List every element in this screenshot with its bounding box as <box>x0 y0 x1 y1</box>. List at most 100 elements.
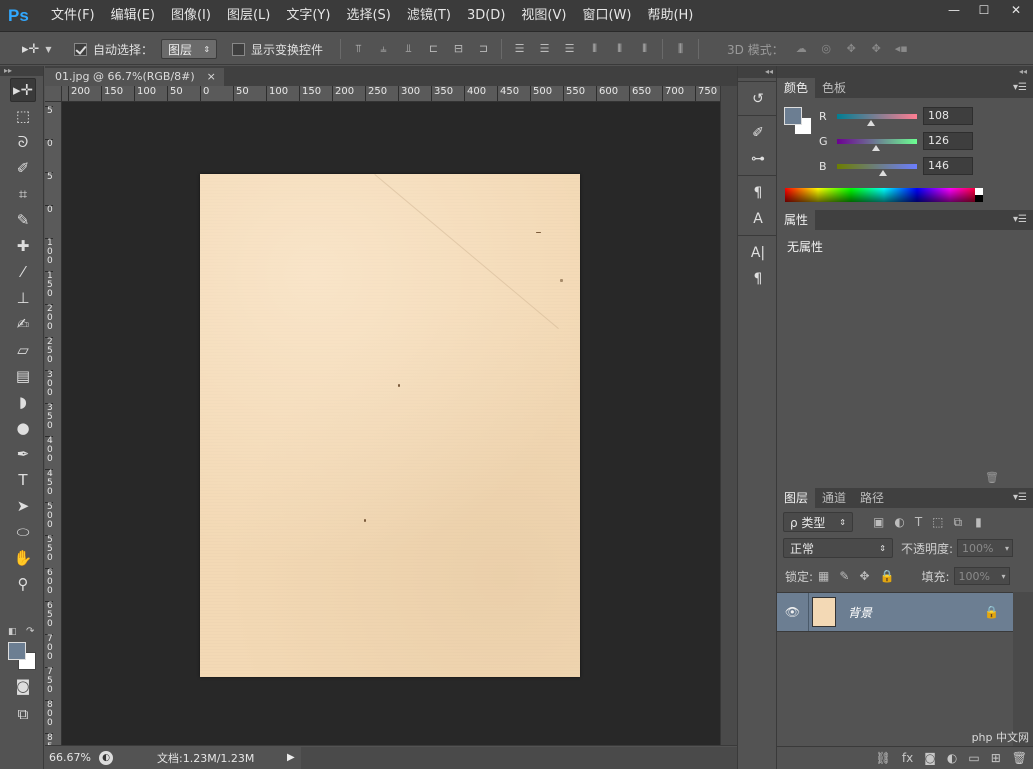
toolbox-collapse-icon[interactable]: ▸▸ <box>0 66 43 76</box>
foreground-color-swatch[interactable] <box>8 642 26 660</box>
gradient-tool[interactable]: ▤ <box>10 364 36 388</box>
layer-name[interactable]: 背景 <box>848 604 984 621</box>
eraser-tool[interactable]: ▱ <box>10 338 36 362</box>
align-bottom-icon[interactable]: ⫫ <box>401 42 416 56</box>
new-group-icon[interactable]: ▭ <box>968 751 979 765</box>
align-vcenter-icon[interactable]: ⫨ <box>376 42 391 56</box>
auto-select-checkbox[interactable] <box>74 42 87 56</box>
distribute-right-icon[interactable]: ⫴ <box>637 42 652 56</box>
align-left-icon[interactable]: ⊏ <box>426 42 441 56</box>
character-styles-icon[interactable]: A <box>738 206 778 232</box>
paragraph-panel-icon[interactable]: ¶ <box>738 266 778 292</box>
hand-tool[interactable]: ✋ <box>10 546 36 570</box>
menu-3d[interactable]: 3D(D) <box>459 0 513 32</box>
layer-mask-icon[interactable]: ◙ <box>924 751 936 765</box>
menu-view[interactable]: 视图(V) <box>513 0 574 32</box>
auto-select-target-select[interactable]: 图层 ⇕ <box>161 39 218 59</box>
3d-scale-icon[interactable]: ◂▪ <box>894 42 909 56</box>
green-value-field[interactable]: 126 <box>923 132 973 150</box>
layer-row-background[interactable]: 👁 背景 🔒 <box>777 592 1013 632</box>
layer-style-icon[interactable]: fx <box>902 751 913 765</box>
ruler-origin[interactable] <box>45 86 62 102</box>
tool-preset-picker[interactable]: ▸✛ ▼ <box>22 33 52 65</box>
blue-value-field[interactable]: 146 <box>923 157 973 175</box>
distribute-bottom-icon[interactable]: ☰ <box>562 42 577 56</box>
menu-layer[interactable]: 图层(L) <box>219 0 278 32</box>
tab-swatches[interactable]: 色板 <box>815 78 853 98</box>
clone-stamp-tool[interactable]: ⊥ <box>10 286 36 310</box>
menu-select[interactable]: 选择(S) <box>338 0 398 32</box>
character-panel-icon[interactable]: A| <box>738 240 778 266</box>
3d-pan-icon[interactable]: ✥ <box>844 42 859 56</box>
3d-roll-icon[interactable]: ◎ <box>819 42 834 56</box>
red-slider[interactable] <box>837 113 917 126</box>
filter-type-icon[interactable]: T <box>915 515 922 529</box>
maximize-button[interactable]: ☐ <box>969 0 999 20</box>
lock-position-icon[interactable]: ✥ <box>859 569 869 583</box>
menu-edit[interactable]: 编辑(E) <box>103 0 163 32</box>
trash-icon[interactable]: 🗑 <box>985 471 999 484</box>
menu-help[interactable]: 帮助(H) <box>639 0 701 32</box>
panel-menu-icon[interactable]: ▾☰ <box>1013 78 1027 98</box>
screen-mode-icon[interactable]: ⧉ <box>10 702 36 726</box>
panel-menu-icon[interactable]: ▾☰ <box>1013 488 1027 508</box>
delete-layer-icon[interactable]: 🗑 <box>1012 751 1027 765</box>
pen-tool[interactable]: ✒ <box>10 442 36 466</box>
menu-type[interactable]: 文字(Y) <box>278 0 338 32</box>
healing-brush-tool[interactable]: ✚ <box>10 234 36 258</box>
canvas-vertical-scrollbar[interactable] <box>720 86 737 745</box>
green-slider[interactable] <box>837 138 917 151</box>
zoom-tool[interactable]: ⚲ <box>10 572 36 596</box>
fill-field[interactable]: 100% ▾ <box>953 567 1010 585</box>
move-tool[interactable]: ▸✛ <box>10 78 36 102</box>
menu-filter[interactable]: 滤镜(T) <box>399 0 459 32</box>
menu-image[interactable]: 图像(I) <box>163 0 219 32</box>
color-spectrum-ramp[interactable] <box>785 188 983 202</box>
brush-tool[interactable]: ⁄ <box>10 260 36 284</box>
3d-orbit-icon[interactable]: ☁ <box>794 42 809 56</box>
blue-slider[interactable] <box>837 163 917 176</box>
eyedropper-tool[interactable]: ✎ <box>10 208 36 232</box>
quick-mask-icon[interactable]: ◙ <box>10 674 36 698</box>
align-hcenter-icon[interactable]: ⊟ <box>451 42 466 56</box>
distribute-vcenter-icon[interactable]: ☰ <box>537 42 552 56</box>
path-select-tool[interactable]: ➤ <box>10 494 36 518</box>
shape-tool[interactable]: ⬭ <box>10 520 36 544</box>
blend-mode-select[interactable]: 正常 ⇕ <box>783 538 893 558</box>
tab-layers[interactable]: 图层 <box>777 488 816 508</box>
type-tool[interactable]: T <box>10 468 36 492</box>
horizontal-ruler[interactable]: 200 150 100 50 0 50 100 150 200 250 300 350 400 450 50… <box>62 86 720 102</box>
black-white-ramp[interactable] <box>975 188 983 202</box>
crop-tool[interactable]: ⌗ <box>10 182 36 206</box>
history-panel-icon[interactable]: ↺ <box>738 86 778 112</box>
status-info-icon[interactable]: ◐ <box>99 750 113 765</box>
distribute-hcenter-icon[interactable]: ⫴ <box>612 42 627 56</box>
red-slider-thumb[interactable] <box>866 119 875 126</box>
layer-filter-select[interactable]: ρ 类型 ⇕ <box>783 512 853 532</box>
default-colors-icon[interactable]: ◧ <box>8 627 17 637</box>
filter-pixel-icon[interactable]: ▣ <box>873 515 884 529</box>
document-tab[interactable]: 01.jpg @ 66.7%(RGB/8#) × <box>45 68 224 86</box>
zoom-level[interactable]: 66.67% <box>45 751 97 764</box>
adjustment-layer-icon[interactable]: ◐ <box>947 751 957 765</box>
align-right-icon[interactable]: ⊐ <box>476 42 491 56</box>
distribute-top-icon[interactable]: ☰ <box>512 42 527 56</box>
distribute-left-icon[interactable]: ⫴ <box>587 42 602 56</box>
filter-smart-object-icon[interactable]: ⧉ <box>954 515 963 530</box>
auto-align-icon[interactable]: ⫼ <box>673 42 688 56</box>
visibility-eye-icon[interactable]: 👁 <box>777 593 809 631</box>
document-image[interactable] <box>200 174 580 677</box>
filter-toggle-icon[interactable]: ▮ <box>975 515 982 529</box>
layers-scrollbar[interactable] <box>1013 592 1033 746</box>
lock-all-icon[interactable]: 🔒 <box>880 569 895 583</box>
history-brush-tool[interactable]: ✍ <box>10 312 36 336</box>
quick-select-tool[interactable]: ✐ <box>10 156 36 180</box>
panel-dock-collapse-icon[interactable]: ◂◂ <box>777 66 1033 78</box>
tab-properties[interactable]: 属性 <box>777 210 816 230</box>
color-panel-foreground-swatch[interactable] <box>784 107 802 125</box>
menu-file[interactable]: 文件(F) <box>43 0 103 32</box>
canvas-horizontal-scrollbar[interactable] <box>300 746 737 769</box>
marquee-tool[interactable]: ⬚ <box>10 104 36 128</box>
dodge-tool[interactable]: ● <box>10 416 36 440</box>
new-layer-icon[interactable]: ⊞ <box>991 751 1001 765</box>
